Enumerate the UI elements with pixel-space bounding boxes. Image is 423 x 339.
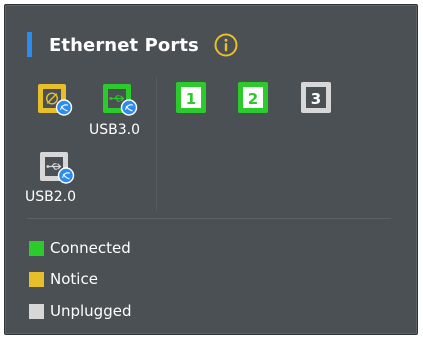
usb3-port-icon[interactable]	[100, 79, 140, 119]
legend-label-unplugged: Unplugged	[50, 302, 132, 320]
legend-label-notice: Notice	[50, 270, 98, 288]
legend-item-connected: Connected	[29, 239, 131, 257]
usb2-port-icon[interactable]	[37, 147, 77, 187]
section-divider-horizontal	[27, 218, 391, 219]
wan-port-icon[interactable]	[35, 79, 75, 119]
lan3-port-icon[interactable]: 3	[298, 77, 338, 117]
usb2-port-label: USB2.0	[25, 189, 77, 205]
section-divider-vertical	[156, 77, 157, 211]
lan2-port-number: 2	[248, 90, 258, 108]
connected-swatch	[29, 240, 44, 256]
lan1-port-number: 1	[186, 90, 196, 108]
title-accent-bar	[27, 32, 32, 57]
usb3-port-label: USB3.0	[89, 122, 141, 138]
notice-swatch	[29, 271, 44, 287]
panel-title: Ethernet Ports	[49, 35, 199, 56]
lan1-port-icon[interactable]: 1	[173, 77, 213, 117]
lan2-port-icon[interactable]: 2	[235, 77, 275, 117]
legend-item-notice: Notice	[29, 270, 98, 288]
unplugged-swatch	[29, 303, 44, 319]
info-icon[interactable]	[214, 33, 238, 57]
lan3-port-number: 3	[311, 90, 321, 108]
legend-item-unplugged: Unplugged	[29, 302, 131, 320]
legend-label-connected: Connected	[50, 239, 131, 257]
ethernet-ports-panel: Ethernet Ports USB3.0 1 2 3 USB2.0 Conne…	[4, 4, 418, 335]
